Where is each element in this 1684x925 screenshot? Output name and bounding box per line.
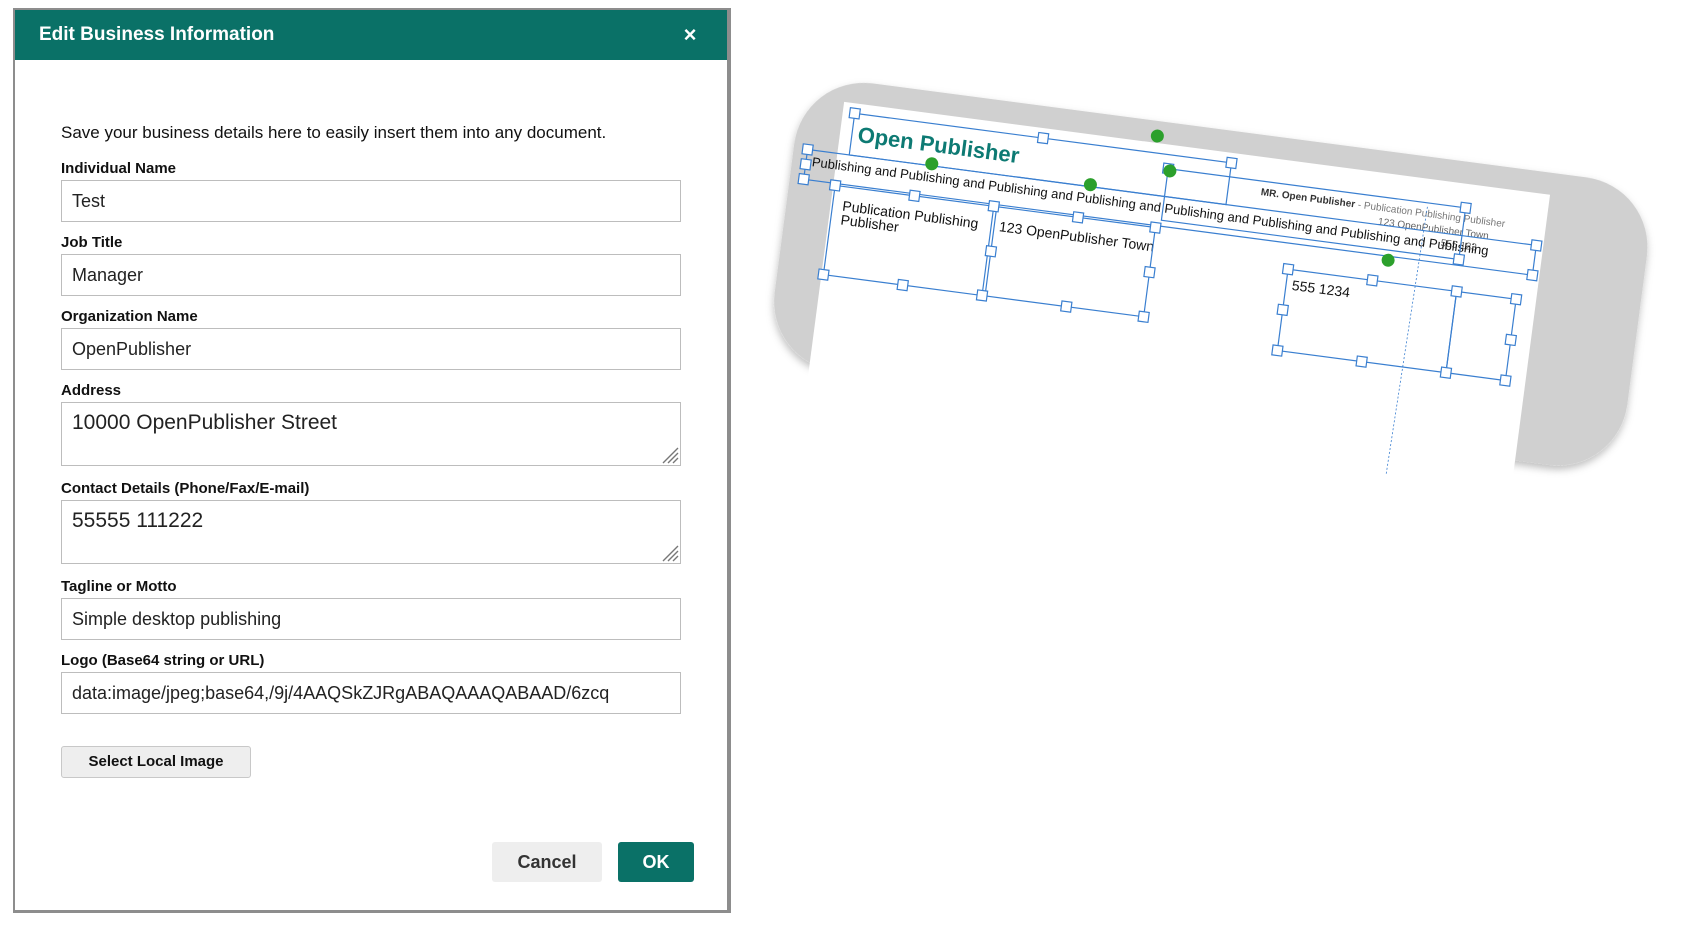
dialog-intro-text: Save your business details here to easil… — [61, 123, 607, 142]
contact-details-label: Contact Details (Phone/Fax/E-mail) — [61, 480, 310, 497]
contact-details-textarea[interactable]: 55555 111222 — [61, 500, 681, 564]
organization-name-input[interactable] — [61, 328, 681, 370]
logo-label: Logo (Base64 string or URL) — [61, 652, 265, 669]
cancel-button[interactable]: Cancel — [492, 842, 602, 882]
preview-canvas: Open Publisher MR. Open Publisher - Publ… — [774, 82, 1648, 493]
logo-input[interactable] — [61, 672, 681, 714]
resize-grip-icon[interactable] — [657, 540, 679, 562]
ok-button[interactable]: OK — [618, 842, 694, 882]
address-label: Address — [61, 382, 122, 399]
dialog-title: Edit Business Information — [39, 24, 275, 45]
organization-name-label: Organization Name — [61, 308, 198, 325]
job-title-input[interactable] — [61, 254, 681, 296]
edit-business-dialog: Edit Business Information × Save your bu… — [13, 8, 731, 913]
select-local-image-button[interactable]: Select Local Image — [61, 746, 251, 778]
individual-name-input[interactable] — [61, 180, 681, 222]
close-icon[interactable]: × — [675, 20, 705, 50]
address-textarea[interactable]: 10000 OpenPublisher Street — [61, 402, 681, 466]
document-preview: Open Publisher MR. Open Publisher - Publ… — [774, 82, 1670, 532]
individual-name-label: Individual Name — [61, 160, 177, 177]
dialog-titlebar: Edit Business Information × — [15, 10, 727, 60]
job-title-label: Job Title — [61, 234, 123, 251]
tagline-label: Tagline or Motto — [61, 578, 177, 595]
tagline-input[interactable] — [61, 598, 681, 640]
resize-grip-icon[interactable] — [657, 442, 679, 464]
